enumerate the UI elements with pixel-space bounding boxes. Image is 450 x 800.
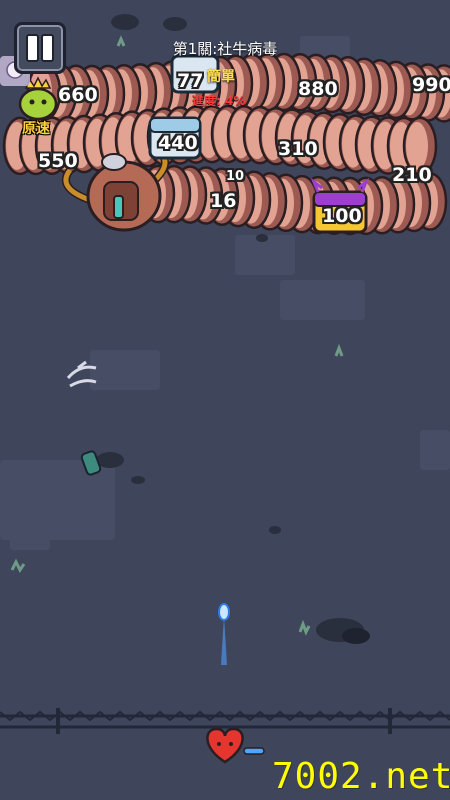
segment-value: 210	[392, 164, 432, 186]
segment-value: 100	[322, 205, 362, 227]
segment-value: 880	[298, 78, 338, 100]
bullet-icon	[218, 603, 230, 665]
segment-value: 550	[38, 150, 78, 172]
barbed-fence	[0, 708, 450, 734]
damage-popup: 10	[226, 169, 245, 184]
segment-value: 440	[158, 132, 198, 154]
segment-value: 16	[210, 190, 237, 212]
watermark: 7002.net	[272, 756, 450, 797]
segment-value: 77	[177, 70, 204, 92]
level-title: 第1關:社牛病毒	[172, 40, 278, 58]
playfield-svg	[0, 14, 450, 764]
heart-player-icon[interactable]	[206, 727, 265, 764]
progress-text: 進度: 4%	[192, 94, 246, 108]
speed-label[interactable]: 原速	[22, 118, 50, 138]
segment-value: 310	[278, 138, 318, 160]
game-screen: { "hud": { "level_title": "第1關:社牛病毒", "d…	[0, 0, 450, 800]
segment-value: 660	[58, 84, 98, 106]
segment-value: 990	[412, 74, 450, 96]
difficulty-label: 簡單	[207, 69, 235, 85]
worm-segment-highlight	[406, 121, 428, 170]
